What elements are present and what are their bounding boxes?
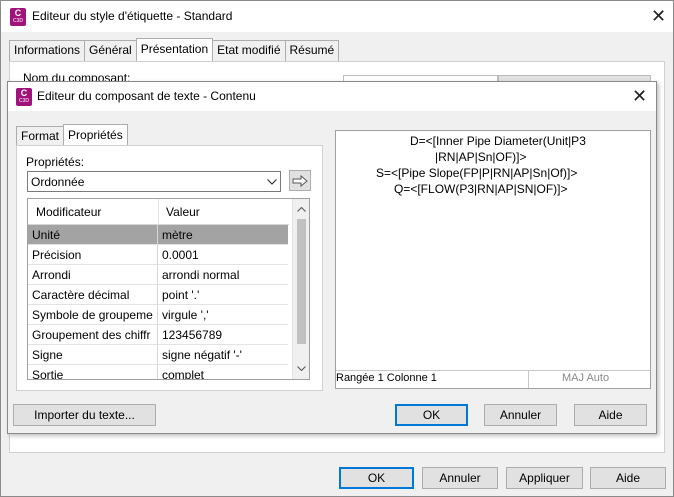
grid-header-modifier: Modificateur — [36, 205, 102, 219]
civil3d-app-icon: C C3D — [10, 8, 26, 26]
caps-status: MAJ Auto — [562, 372, 610, 384]
tab-format[interactable]: Format — [16, 126, 65, 147]
grid-scroll-thumb[interactable] — [297, 219, 306, 344]
tab-informations[interactable]: Informations — [9, 40, 86, 61]
grid-header: Modificateur Valeur — [28, 199, 289, 225]
chevron-down-icon — [267, 179, 277, 185]
outer-apply-button[interactable]: Appliquer — [506, 467, 583, 489]
text-content-editor[interactable]: D=<[Inner Pipe Diameter(Unit|P3 |RN|AP|S… — [335, 130, 651, 389]
text-component-editor-dialog: C C3D Editeur du composant de texte - Con… — [7, 81, 657, 434]
status-separator — [528, 371, 529, 388]
tab-etat-modifie[interactable]: Etat modifié — [212, 40, 286, 61]
outer-close-icon[interactable]: ✕ — [651, 7, 666, 25]
inner-ok-button[interactable]: OK — [395, 404, 468, 426]
grid-cell-modifier: Unité — [28, 225, 158, 245]
inner-close-icon[interactable]: ✕ — [632, 87, 647, 105]
grid-row[interactable]: Arrondi arrondi normal — [28, 265, 288, 285]
preview-line: |RN|AP|Sn|OF)]> — [435, 150, 527, 164]
outer-window-title: Editeur du style d'étiquette - Standard — [32, 9, 233, 23]
grid-row[interactable]: Signe signe négatif '-' — [28, 345, 288, 365]
grid-cell-value[interactable]: complet — [158, 365, 288, 379]
preview-line: S=<[Pipe Slope(FP|P|RN|AP|Sn|Of)]> — [376, 166, 578, 180]
grid-cell-value[interactable]: mètre — [158, 225, 288, 245]
properties-dropdown-value: Ordonnée — [31, 175, 85, 189]
civil3d-app-icon: C C3D — [16, 88, 32, 106]
outer-tab-strip: Informations Général Présentation Etat m… — [9, 38, 340, 61]
outer-help-button[interactable]: Aide — [590, 467, 666, 489]
grid-header-value: Valeur — [166, 205, 200, 219]
tab-resume[interactable]: Résumé — [284, 40, 340, 61]
grid-header-divider — [158, 199, 159, 225]
outer-ok-button[interactable]: OK — [339, 467, 414, 489]
cursor-position-status: Rangée 1 Colonne 1 — [336, 372, 437, 384]
grid-cell-value[interactable]: 0.0001 — [158, 245, 288, 265]
grid-row[interactable]: Unité mètre — [28, 225, 288, 245]
grid-row[interactable]: Précision 0.0001 — [28, 245, 288, 265]
grid-row[interactable]: Caractère décimal point '.' — [28, 285, 288, 305]
tab-general[interactable]: Général — [84, 40, 137, 61]
inner-help-button[interactable]: Aide — [574, 404, 647, 426]
tab-proprietes[interactable]: Propriétés — [63, 124, 128, 147]
preview-line: D=<[Inner Pipe Diameter(Unit|P3 — [410, 134, 586, 148]
grid-cell-value[interactable]: signe négatif '-' — [158, 345, 288, 365]
grid-cell-value[interactable]: 123456789 — [158, 325, 288, 345]
grid-cell-modifier: Caractère décimal — [28, 285, 158, 305]
grid-cell-modifier: Symbole de groupeme — [28, 305, 158, 325]
grid-row[interactable]: Groupement des chiffr 123456789 — [28, 325, 288, 345]
inner-tab-strip: Format Propriétés — [16, 124, 128, 147]
grid-cell-modifier: Sortie — [28, 365, 158, 379]
grid-cell-modifier: Précision — [28, 245, 158, 265]
inner-window-title: Editeur du composant de texte - Contenu — [37, 89, 256, 103]
grid-row[interactable]: Symbole de groupeme virgule ',' — [28, 305, 288, 325]
grid-cell-modifier: Arrondi — [28, 265, 158, 285]
scroll-down-icon[interactable] — [297, 366, 306, 371]
properties-dropdown[interactable]: Ordonnée — [27, 171, 281, 192]
grid-row[interactable]: Sortie complet — [28, 365, 288, 379]
grid-cell-value[interactable]: arrondi normal — [158, 265, 288, 285]
arrow-right-icon — [292, 174, 308, 188]
grid-cell-value[interactable]: point '.' — [158, 285, 288, 305]
tab-presentation[interactable]: Présentation — [135, 38, 214, 61]
scroll-up-icon[interactable] — [297, 207, 306, 212]
grid-scrollbar[interactable] — [292, 199, 309, 379]
grid-cell-modifier: Groupement des chiffr — [28, 325, 158, 345]
status-divider — [336, 370, 650, 371]
grid-cell-value[interactable]: virgule ',' — [158, 305, 288, 325]
add-modifier-button[interactable] — [289, 170, 311, 191]
import-text-button[interactable]: Importer du texte... — [13, 404, 156, 426]
preview-line: Q=<[FLOW(P3|RN|AP|SN|OF)]> — [394, 182, 568, 196]
outer-cancel-button[interactable]: Annuler — [422, 467, 498, 489]
properties-label: Propriétés: — [26, 155, 85, 169]
modifier-grid: Modificateur Valeur Unité mètre Précisio… — [27, 198, 310, 380]
inner-cancel-button[interactable]: Annuler — [484, 404, 557, 426]
grid-cell-modifier: Signe — [28, 345, 158, 365]
outer-titlebar: C C3D Editeur du style d'étiquette - Stan… — [1, 1, 673, 32]
